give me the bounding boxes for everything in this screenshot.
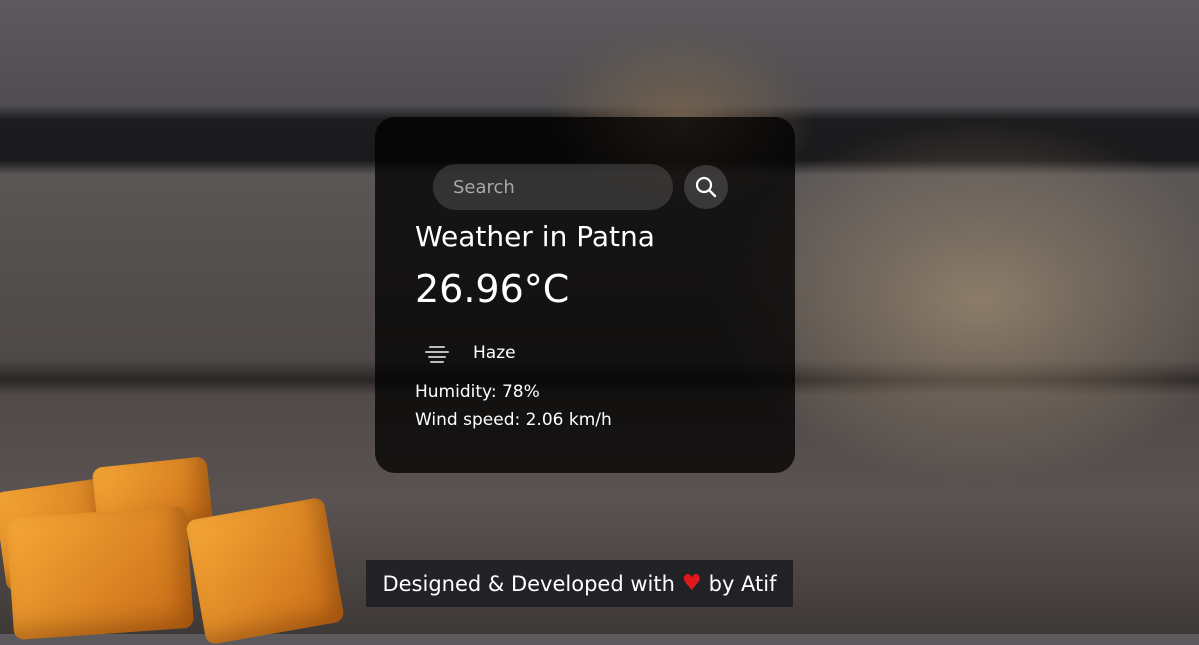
temperature: 26.96°C bbox=[415, 267, 570, 311]
weather-card: Weather in Patna 26.96°C Haze Humidity: … bbox=[375, 117, 795, 473]
search-input[interactable] bbox=[433, 164, 673, 210]
city-title: Weather in Patna bbox=[415, 220, 655, 253]
haze-icon bbox=[425, 343, 449, 365]
footer-credit: Designed & Developed with ♥ by Atif bbox=[366, 560, 793, 607]
footer-text: Designed & Developed with bbox=[382, 571, 675, 596]
heart-icon: ♥ bbox=[681, 571, 702, 596]
wind-speed: Wind speed: 2.06 km/h bbox=[415, 410, 612, 430]
footer-author: by Atif bbox=[708, 571, 777, 596]
humidity: Humidity: 78% bbox=[415, 382, 540, 402]
search-icon bbox=[695, 176, 717, 198]
background-food-piece bbox=[5, 505, 195, 641]
background-food-piece bbox=[185, 496, 345, 645]
weather-condition: Haze bbox=[473, 343, 516, 363]
search-button[interactable] bbox=[684, 165, 728, 209]
